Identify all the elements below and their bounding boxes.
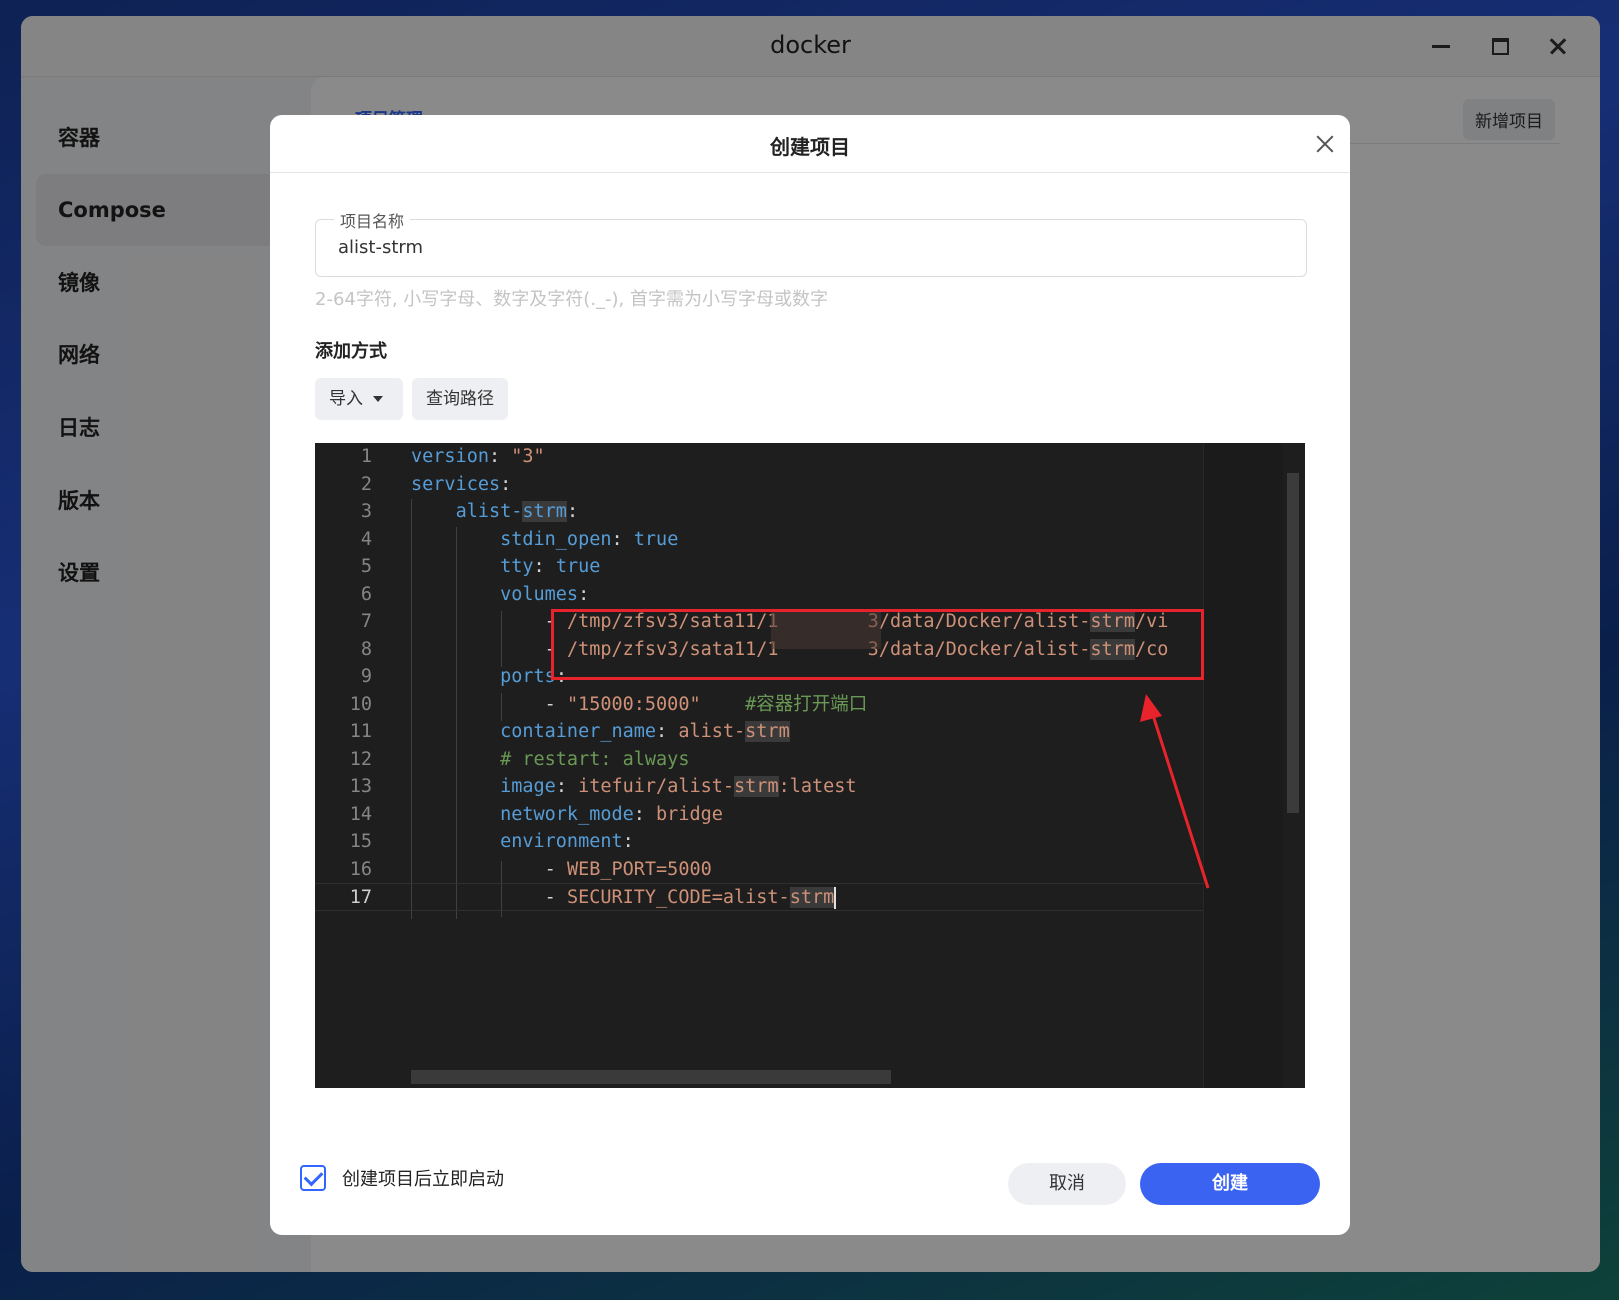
code-line: 10 - "15000:5000" #容器打开端口 [315, 691, 1203, 719]
code-line: 11 container_name: alist-strm [315, 718, 1203, 746]
line-number: 17 [349, 887, 372, 908]
line-number: 15 [349, 831, 372, 852]
line-number: 12 [349, 749, 372, 770]
line-number: 11 [349, 721, 372, 742]
text-cursor [834, 887, 837, 909]
project-name-label: 项目名称 [334, 208, 411, 232]
line-number: 7 [360, 611, 372, 632]
create-button[interactable]: 创建 [1140, 1163, 1320, 1205]
caret-down-icon [373, 396, 383, 402]
line-number: 13 [349, 776, 372, 797]
code-line-current: 17 - SECURITY_CODE=alist-strm [315, 883, 1203, 911]
code-line: 13 image: itefuir/alist-strm:latest [315, 773, 1203, 801]
close-icon[interactable] [1312, 131, 1338, 157]
import-label: 导入 [329, 389, 363, 409]
import-dropdown[interactable]: 导入 [315, 378, 403, 420]
line-number: 6 [360, 584, 372, 605]
code-line: 4 stdin_open: true [315, 526, 1203, 554]
annotation-highlight-box [551, 609, 1204, 680]
line-number: 4 [360, 529, 372, 550]
code-line: 15 environment: [315, 828, 1203, 856]
line-number: 14 [349, 804, 372, 825]
line-number: 1 [360, 446, 372, 467]
project-name-field: 项目名称 [315, 208, 1307, 277]
code-line: 6 volumes: [315, 581, 1203, 609]
line-number: 9 [360, 666, 372, 687]
line-number: 16 [349, 859, 372, 880]
line-number: 2 [360, 474, 372, 495]
code-line: 16 - WEB_PORT=5000 [315, 856, 1203, 884]
create-project-dialog: 创建项目 项目名称 2-64字符, 小写字母、数字及字符(._-), 首字需为小… [270, 115, 1350, 1235]
name-hint: 2-64字符, 小写字母、数字及字符(._-), 首字需为小写字母或数字 [315, 289, 828, 310]
line-number: 5 [360, 556, 372, 577]
line-number: 3 [360, 501, 372, 522]
line-number: 8 [360, 639, 372, 660]
horizontal-scrollbar[interactable] [411, 1070, 891, 1084]
autostart-checkbox[interactable] [300, 1165, 326, 1191]
code-editor[interactable]: 1 version: "3" 2 services: 3 alist-strm: 4… [315, 443, 1305, 1088]
code-line: 12 # restart: always [315, 746, 1203, 774]
line-number: 10 [349, 694, 372, 715]
dialog-title: 创建项目 [770, 135, 850, 159]
add-method-title: 添加方式 [315, 341, 387, 362]
vertical-scrollbar[interactable] [1287, 473, 1299, 813]
divider [270, 172, 1350, 173]
autostart-label: 创建项目后立即启动 [342, 1169, 504, 1190]
minimap[interactable] [1203, 443, 1284, 1088]
code-line: 2 services: [315, 471, 1203, 499]
code-line: 5 tty: true [315, 553, 1203, 581]
cancel-button[interactable]: 取消 [1008, 1163, 1126, 1205]
query-path-button[interactable]: 查询路径 [412, 378, 508, 420]
code-line: 1 version: "3" [315, 443, 1203, 471]
project-name-input[interactable] [338, 232, 1238, 262]
code-line: 3 alist-strm: [315, 498, 1203, 526]
code-line: 14 network_mode: bridge [315, 801, 1203, 829]
